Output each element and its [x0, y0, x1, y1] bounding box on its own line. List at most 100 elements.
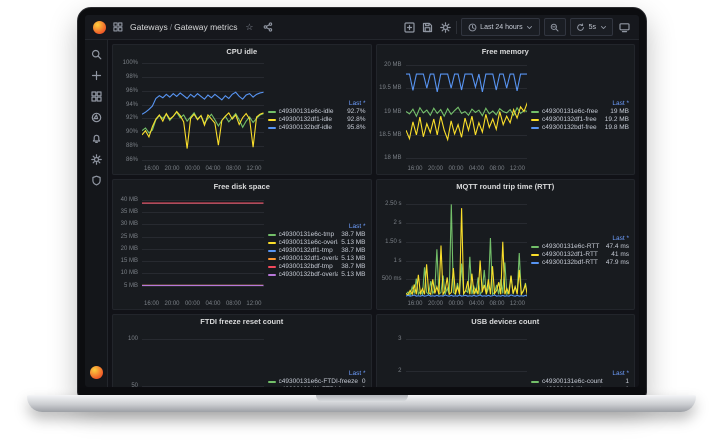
legend-series-name[interactable]: c49300132bdf-free [542, 124, 602, 131]
explore-compass-icon[interactable] [89, 110, 103, 124]
legend-series-value: 5.13 MB [341, 255, 366, 262]
legend-row[interactable]: c49300131e6c-free 19 MB [531, 108, 629, 115]
gridline [142, 285, 264, 287]
breadcrumb[interactable]: Gateways / Gateway metrics [130, 22, 237, 32]
legend-row[interactable]: c49300132df1-count1 [531, 386, 629, 387]
chart-plot[interactable] [142, 195, 264, 298]
legend-series-name[interactable]: c49300132df1-idle [279, 116, 345, 123]
panel-body: 100500 16:0020:0000:0004:0008:0012:00 La… [113, 329, 371, 387]
search-icon[interactable] [89, 47, 103, 61]
refresh-picker[interactable]: 5s [569, 18, 613, 36]
legend-series-name[interactable]: c49300132df1-overlay [279, 255, 339, 262]
laptop-base [27, 395, 696, 412]
gridline [142, 236, 264, 238]
server-admin-shield-icon[interactable] [89, 173, 103, 187]
y-tick: 18.5 MB [379, 131, 402, 138]
legend-series-name[interactable]: c49300132df1-tmp [279, 247, 339, 254]
share-dashboard-icon[interactable] [261, 20, 275, 34]
legend-series-name[interactable]: c49300132bdf-idle [279, 124, 345, 131]
legend-row[interactable]: c49300131e6c-idle 92.7% [267, 108, 366, 115]
legend-row[interactable]: c49300132bdf-overlay 5.13 MB [267, 271, 366, 278]
panel-title[interactable]: CPU idle [113, 45, 371, 59]
chart-plot[interactable] [405, 330, 527, 387]
legend-sort-last[interactable]: Last * [349, 100, 366, 107]
dashboard-settings-icon[interactable] [438, 20, 452, 34]
x-tick: 20:00 [427, 166, 443, 172]
gridline [142, 224, 264, 226]
panel-title[interactable]: MQTT round trip time (RTT) [377, 180, 635, 194]
time-range-picker[interactable]: Last 24 hours [461, 18, 540, 36]
legend-series-name[interactable]: c49300131e6c-free [542, 108, 607, 115]
zoom-out-time-button[interactable] [543, 18, 566, 36]
legend-row[interactable]: c49300132df1-RTT 41 ms [531, 251, 629, 258]
chart-plot[interactable] [142, 60, 264, 163]
legend-series-name[interactable]: c49300132df1-RTT [542, 251, 608, 258]
alerting-bell-icon[interactable] [89, 131, 103, 145]
add-panel-icon[interactable] [402, 20, 416, 34]
grafana-logo-icon[interactable] [93, 20, 106, 34]
legend-series-name[interactable]: c49300132bdf-RTT [542, 259, 603, 266]
legend-row[interactable]: c49300132df1-overlay 5.13 MB [267, 255, 366, 262]
dashboards-icon[interactable] [89, 89, 103, 103]
legend-row[interactable]: c49300131e6c-FTDI-freeze 0 [267, 378, 366, 385]
legend-series-name[interactable]: c49300132bdf-overlay [279, 271, 339, 278]
clock-icon [467, 22, 477, 32]
legend-series-name[interactable]: c49300131e6c-count [542, 378, 622, 385]
y-axis: 40 MB 35 MB 30 MB 25 MB 20 MB 15 MB 10 MB 5 MB [115, 195, 142, 298]
legend-row[interactable]: c49300132df1-FTDI-freeze0 [268, 386, 366, 387]
chart-plot[interactable] [405, 60, 527, 163]
legend-sort-last[interactable]: Last * [612, 100, 629, 107]
user-avatar[interactable] [89, 366, 103, 379]
legend-row[interactable]: c49300132bdf-tmp 38.7 MB [267, 263, 366, 270]
save-dashboard-icon[interactable] [420, 20, 434, 34]
chart-plot[interactable] [405, 195, 527, 298]
x-tick: 00:00 [184, 166, 200, 172]
legend-sort-last[interactable]: Last * [349, 223, 366, 230]
legend-series-value: 0 [362, 386, 366, 387]
y-tick: 3 [398, 336, 402, 343]
legend-sort-last[interactable]: Last * [349, 370, 366, 377]
legend-rows: c49300131e6c-free 19 MB c49300132df1-free 1… [531, 108, 629, 132]
legend-row[interactable]: c49300132bdf-free 19.8 MB [531, 124, 629, 131]
x-tick: 12:00 [509, 301, 525, 307]
legend-sort-last[interactable]: Last * [612, 235, 629, 242]
breadcrumb-section[interactable]: Gateways [130, 22, 168, 32]
tv-kiosk-mode-icon[interactable] [617, 20, 631, 34]
legend-series-name[interactable]: c49300131e6c-RTT [542, 243, 603, 250]
legend-row[interactable]: c49300132df1-free 19.2 MB [531, 116, 629, 123]
x-axis: 16:00 20:00 00:00 04:00 08:00 12:00 [142, 163, 264, 172]
legend-row[interactable]: c49300132bdf-idle 95.8% [267, 124, 366, 131]
panel-title[interactable]: Free disk space [113, 180, 371, 194]
legend-series-name[interactable]: c49300131e6c-FTDI-freeze [279, 378, 359, 385]
legend-row[interactable]: c49300132df1-tmp 38.7 MB [267, 247, 366, 254]
series-color-swatch [267, 249, 276, 252]
x-tick: 00:00 [448, 301, 464, 307]
legend-row[interactable]: c49300131e6c-RTT 47.4 ms [531, 243, 629, 250]
chart-area: 100% 98% 96% 94% 92% 90% 88% 86% 16:00 20:00 00:0… [115, 60, 264, 172]
legend-series-name[interactable]: c49300132df1-free [542, 116, 602, 123]
y-tick: 100% [122, 60, 138, 67]
configuration-gear-icon[interactable] [89, 152, 103, 166]
star-dashboard-icon[interactable]: ☆ [242, 20, 256, 34]
panel-title[interactable]: FTDI freeze reset count [113, 315, 371, 329]
create-plus-icon[interactable] [89, 68, 103, 82]
legend-series-value: 92.8% [347, 116, 366, 123]
chart-plot[interactable] [142, 330, 264, 387]
legend-row[interactable]: c49300131e6c-overlay 5.13 MB [267, 239, 366, 246]
legend-sort-last[interactable]: Last * [612, 370, 629, 377]
legend-series-name[interactable]: c49300131e6c-idle [279, 108, 345, 115]
y-tick: 94% [125, 101, 138, 108]
legend-row[interactable]: c49300132df1-idle 92.8% [267, 116, 366, 123]
grafana-app: Gateways / Gateway metrics ☆ Last 24 hou… [85, 15, 639, 387]
legend-series-name[interactable]: c49300132df1-count [542, 386, 622, 387]
panel-title[interactable]: Free memory [377, 45, 635, 59]
legend-series-name[interactable]: c49300132bdf-tmp [279, 263, 339, 270]
legend-row[interactable]: c49300131e6c-count 1 [531, 378, 629, 385]
x-tick: 16:00 [144, 301, 160, 307]
panel-title[interactable]: USB devices count [377, 315, 635, 329]
legend-series-name[interactable]: c49300132df1-FTDI-freeze [279, 386, 359, 387]
legend-series-name[interactable]: c49300131e6c-tmp [279, 231, 339, 238]
legend-series-name[interactable]: c49300131e6c-overlay [279, 239, 339, 246]
legend-row[interactable]: c49300131e6c-tmp 38.7 MB [267, 231, 366, 238]
legend-row[interactable]: c49300132bdf-RTT 47.9 ms [531, 259, 629, 266]
